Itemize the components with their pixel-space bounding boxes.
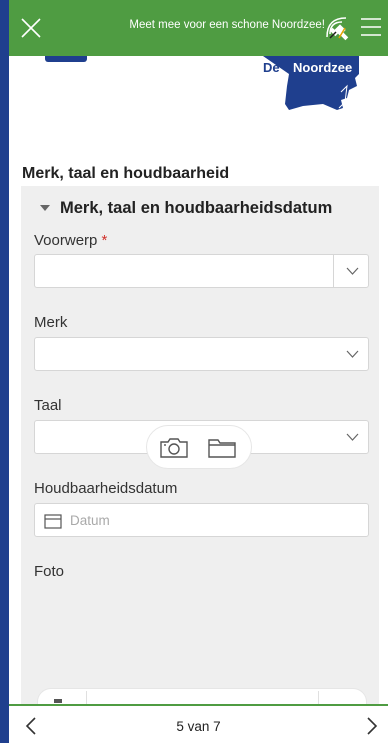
camera-icon[interactable] [159,436,189,460]
top-bar: Meet mee voor een schone Noordzee! [9,0,388,56]
houdbaarheid-label: Houdbaarheidsdatum [34,480,178,497]
group-title: Merk, taal en houdbaarheidsdatum [60,199,333,217]
section-title: Merk, taal en houdbaarheid [22,165,230,182]
chevron-down-icon[interactable] [346,433,359,442]
app-frame: Meet mee voor een schone Noordzee! De No… [9,0,388,743]
close-icon[interactable] [17,14,45,42]
collapse-triangle-icon [40,205,50,211]
group-header[interactable]: Merk, taal en houdbaarheidsdatum [21,194,379,222]
photo-picker [146,425,252,469]
partner-logo-fragment [45,56,87,62]
date-placeholder: Datum [70,513,110,528]
app-title: Meet mee voor een schone Noordzee! [129,19,325,31]
houdbaarheid-date-input[interactable]: Datum [34,503,369,537]
required-asterisk: * [101,232,108,249]
page-indicator: 5 van 7 [176,719,221,734]
satellite-icon[interactable] [324,14,354,42]
folder-icon[interactable] [207,436,237,460]
de-noordzee-logo: De Noordzee [263,56,359,116]
voorwerp-label: Voorwerp * [34,232,107,249]
logo-area: De Noordzee [9,56,388,164]
chevron-down-icon[interactable] [346,350,359,359]
bottom-navigation: 5 van 7 [9,704,388,743]
merk-label: Merk [34,314,68,331]
chevron-right-icon[interactable] [366,717,378,735]
taal-label: Taal [34,397,62,414]
logo-text-de: De [263,60,280,75]
merk-select[interactable] [34,337,369,371]
menu-icon[interactable] [359,16,383,38]
foto-label: Foto [34,563,65,580]
voorwerp-select[interactable] [34,254,369,288]
calendar-icon [44,514,62,529]
logo-text-noordzee: Noordzee [290,59,356,76]
partial-icon [54,699,62,703]
voorwerp-label-text: Voorwerp [34,232,98,249]
select-divider [333,255,334,287]
chevron-down-icon[interactable] [346,267,359,276]
